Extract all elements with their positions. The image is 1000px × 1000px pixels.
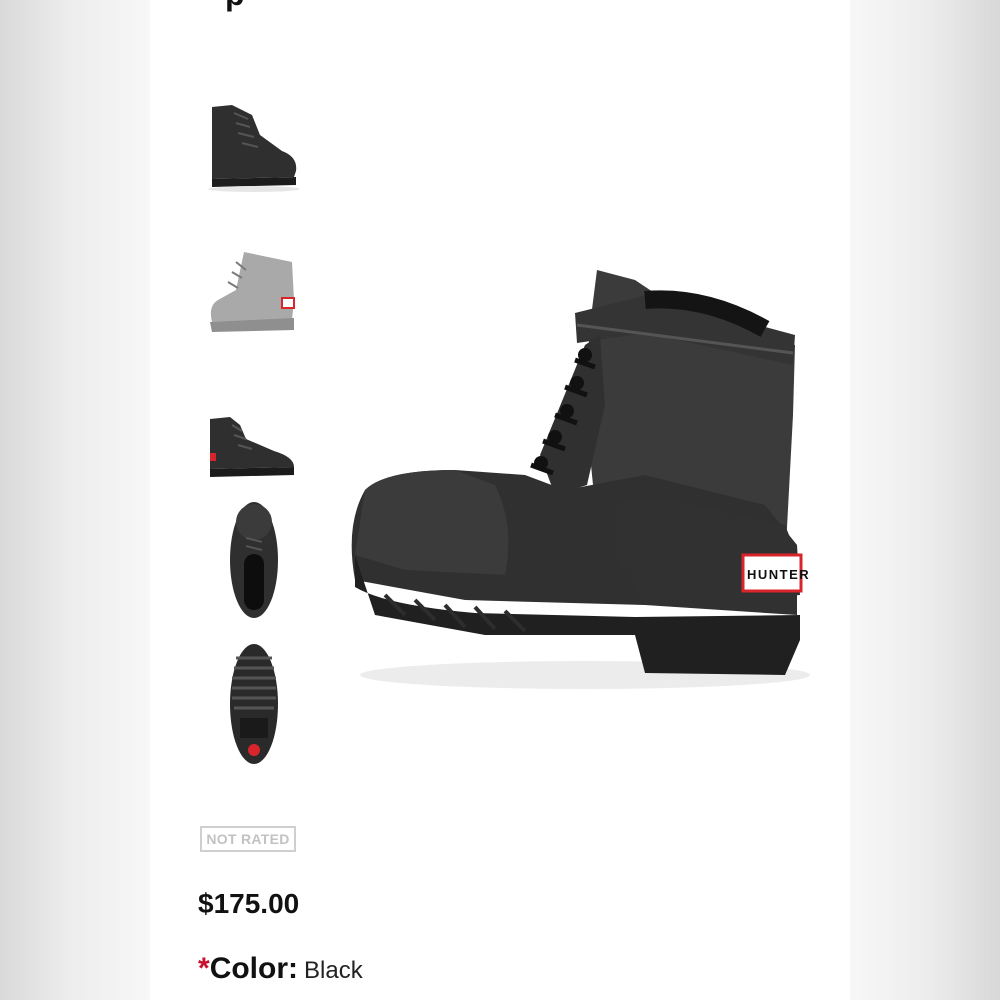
- hero-image[interactable]: HUNTER: [345, 255, 815, 715]
- thumbnail-5[interactable]: [202, 642, 306, 772]
- boot-side-icon: [208, 105, 300, 192]
- hero-logo-text: HUNTER: [747, 567, 810, 582]
- thumbnail-1[interactable]: [202, 95, 306, 195]
- color-value: Black: [304, 957, 363, 984]
- thumbnail-3[interactable]: [202, 405, 306, 485]
- boot-top-icon: [230, 502, 278, 618]
- boot-sole-icon: [230, 644, 278, 764]
- required-marker: *: [198, 952, 210, 985]
- color-label: Color:: [209, 952, 299, 985]
- color-selector[interactable]: *Color: Black: [198, 952, 363, 986]
- product-page: p: [150, 0, 850, 1000]
- product-price: $175.00: [198, 888, 300, 919]
- rating-badge: NOT RATED: [200, 826, 296, 852]
- boot-side-icon: [210, 417, 294, 477]
- thumbnail-4[interactable]: [202, 498, 306, 628]
- product-title: p: [225, 0, 245, 13]
- boot-rear-icon: [210, 252, 295, 332]
- boot-hero-icon: HUNTER: [351, 270, 810, 689]
- thumbnail-2[interactable]: [202, 240, 306, 340]
